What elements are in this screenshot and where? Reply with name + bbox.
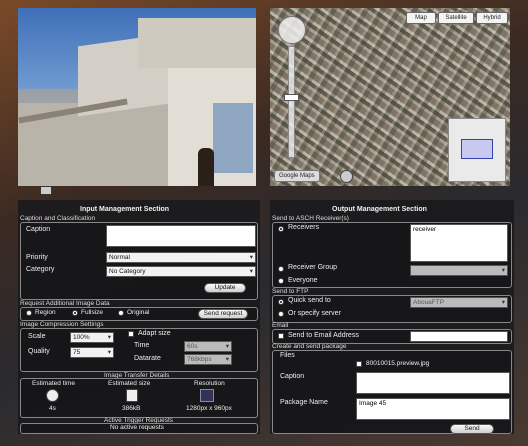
region-label: Region xyxy=(35,309,56,316)
datarate-label: Datarate xyxy=(134,355,161,362)
request-data-label: Request Additional Image Data xyxy=(20,300,110,307)
resolution-icon xyxy=(200,389,214,402)
quick-send-label: Quick send to xyxy=(288,297,331,304)
scale-label: Scale xyxy=(28,333,46,340)
estimated-size-label: Estimated size xyxy=(108,380,151,387)
send-request-button[interactable]: Send request xyxy=(198,309,248,319)
receiver-group-select[interactable] xyxy=(410,265,508,276)
email-checkbox[interactable] xyxy=(278,333,284,339)
caption-label: Caption xyxy=(26,226,51,233)
resolution-label: Resolution xyxy=(194,380,225,387)
priority-select[interactable]: Normal xyxy=(106,252,256,263)
email-input[interactable] xyxy=(410,331,508,342)
map-zoom-knob[interactable] xyxy=(284,94,299,101)
category-label: Category xyxy=(26,266,55,273)
map-type-map-button[interactable]: Map xyxy=(406,12,436,24)
estimated-time-label: Estimated time xyxy=(32,380,75,387)
receiver-group-radio[interactable] xyxy=(278,266,284,272)
google-maps-label[interactable]: Google Maps xyxy=(274,170,320,182)
quick-send-radio[interactable] xyxy=(278,299,284,305)
resolution-value: 1280px x 960px xyxy=(186,405,232,412)
caption-input[interactable] xyxy=(106,225,256,247)
receiver-group-label: Receiver Group xyxy=(288,264,338,271)
google-logo-icon xyxy=(340,170,353,183)
adapt-size-label: Adapt size xyxy=(138,330,171,337)
receivers-list[interactable]: receiver xyxy=(410,224,508,262)
quality-label: Quality xyxy=(28,348,50,355)
quick-send-select[interactable]: AbouaFTP xyxy=(410,297,508,308)
file-size-icon xyxy=(126,389,138,402)
receivers-radio[interactable] xyxy=(278,226,284,232)
estimated-time-value: 4s xyxy=(49,405,56,412)
package-caption-input[interactable] xyxy=(356,372,510,394)
region-radio[interactable] xyxy=(26,310,32,316)
everyone-label: Everyone xyxy=(288,277,318,284)
datarate-select[interactable]: 768kbps xyxy=(184,354,232,365)
satellite-map[interactable]: Map Satellite Hybrid Google Maps xyxy=(270,8,510,186)
input-section-title: Input Management Section xyxy=(80,206,170,213)
input-management-panel: Input Management Section Caption and Cla… xyxy=(18,200,260,434)
ftp-section-label: Send to FTP xyxy=(272,288,309,295)
package-name-label: Package Name xyxy=(280,399,328,406)
scale-select[interactable]: 100% xyxy=(70,332,114,343)
compression-settings-label: Image Compression Settings xyxy=(20,321,104,328)
everyone-radio[interactable] xyxy=(278,278,284,284)
map-type-hybrid-button[interactable]: Hybrid xyxy=(476,12,508,24)
original-label: Original xyxy=(127,309,150,316)
caption-classification-label: Caption and Classification xyxy=(20,215,96,222)
package-name-input[interactable]: Image 45 xyxy=(356,398,510,420)
output-section-title: Output Management Section xyxy=(332,206,427,213)
package-caption-label: Caption xyxy=(280,373,305,380)
update-button[interactable]: Update xyxy=(204,283,246,293)
email-label: Send to Email Address xyxy=(288,332,359,339)
adapt-size-checkbox[interactable] xyxy=(128,331,134,337)
map-zoom-slider[interactable] xyxy=(288,46,295,158)
output-management-panel: Output Management Section Send to ASCH R… xyxy=(270,200,514,434)
time-select[interactable]: 60s xyxy=(184,341,232,352)
specify-server-radio[interactable] xyxy=(278,311,284,317)
quality-select[interactable]: 75 xyxy=(70,347,114,358)
active-requests-value: No active requests xyxy=(110,424,164,431)
category-select[interactable]: No Category xyxy=(106,266,256,277)
map-type-satellite-button[interactable]: Satellite xyxy=(438,12,474,24)
fullsize-label: Fullsize xyxy=(81,309,104,316)
file-name: 80010015.preview.jpg xyxy=(366,360,430,367)
map-pan-control[interactable] xyxy=(278,16,306,44)
file-checkbox[interactable] xyxy=(356,361,362,367)
original-radio[interactable] xyxy=(118,310,124,316)
priority-label: Priority xyxy=(26,254,48,261)
specify-server-label: Or specify server xyxy=(288,310,341,317)
clock-icon xyxy=(46,389,59,402)
asch-receivers-label: Send to ASCH Receiver(s) xyxy=(272,215,349,222)
camera-icon[interactable] xyxy=(40,186,52,195)
image-preview xyxy=(18,8,256,186)
receivers-label: Receivers xyxy=(288,224,320,231)
map-overview-inset[interactable] xyxy=(448,118,506,182)
time-label: Time xyxy=(134,342,150,349)
estimated-size-value: 386kB xyxy=(122,405,141,412)
files-label: Files xyxy=(280,352,295,359)
package-section-label: Create and send package xyxy=(272,343,347,350)
fullsize-radio[interactable] xyxy=(72,310,78,316)
email-section-label: Email xyxy=(272,322,289,329)
send-button[interactable]: Send xyxy=(450,424,494,434)
